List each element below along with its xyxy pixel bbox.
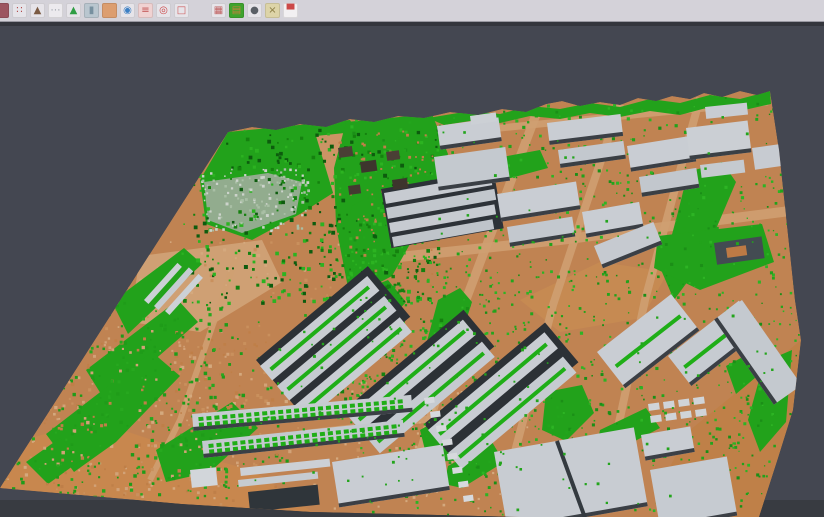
orange-square-icon[interactable] xyxy=(102,3,117,18)
fit-view-icon[interactable]: □ xyxy=(174,3,189,18)
globe-sync-icon[interactable]: ◉ xyxy=(120,3,135,18)
crop-cross-icon[interactable]: × xyxy=(265,3,280,18)
maroon-tile-icon[interactable] xyxy=(0,3,9,18)
dark-sphere-icon[interactable]: ● xyxy=(247,3,262,18)
point-cloud-render xyxy=(0,27,824,517)
toolbar: ∷▲⋯▲▮◉≡◎□▦▤●×▀ xyxy=(0,0,824,22)
column-view-icon[interactable]: ▮ xyxy=(84,3,99,18)
target-circle-icon[interactable]: ◎ xyxy=(156,3,171,18)
terrain-brown-icon[interactable]: ▲ xyxy=(30,3,45,18)
checker-grid-icon[interactable]: ▦ xyxy=(211,3,226,18)
sparse-points-icon[interactable]: ⋯ xyxy=(48,3,63,18)
scatter-points-icon[interactable]: ∷ xyxy=(12,3,27,18)
terrain-green-icon[interactable]: ▲ xyxy=(66,3,81,18)
layers-red-icon[interactable]: ▀ xyxy=(283,3,298,18)
red-list-icon[interactable]: ≡ xyxy=(138,3,153,18)
classification-palette-icon[interactable]: ▤ xyxy=(229,3,244,18)
app-window: { "app": { "kind": "3d-point-cloud-class… xyxy=(0,0,824,517)
viewport-3d[interactable] xyxy=(0,27,824,517)
toolbar-separator xyxy=(0,22,824,26)
